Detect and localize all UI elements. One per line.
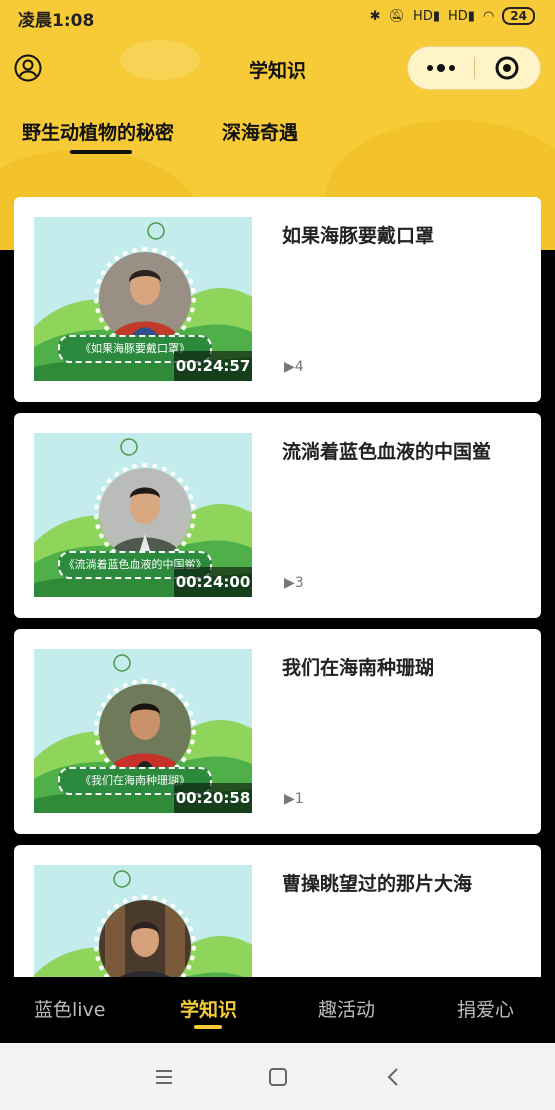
active-tab-indicator (70, 150, 132, 154)
video-thumbnail[interactable] (34, 865, 252, 995)
play-count: ▶1 (284, 791, 304, 807)
bottom-tabbar: 蓝色live 学知识 趣活动 捐爱心 (0, 977, 555, 1043)
back-icon[interactable] (382, 1065, 406, 1089)
video-card[interactable]: 《流淌着蓝色血液的中国鲎》 00:24:00 流淌着蓝色血液的中国鲎 ▶3 (14, 413, 541, 618)
mute-icon: 🔕︎ (388, 8, 406, 24)
play-icon: ▶ (284, 791, 295, 807)
tabbar-item-blue-live[interactable]: 蓝色live (34, 995, 106, 1022)
category-tabs: 野生动植物的秘密 深海奇遇 (0, 110, 555, 160)
signal-icon: HD▮ (413, 8, 440, 24)
speaker-portrait (94, 679, 196, 781)
video-duration: 00:24:57 (174, 351, 252, 381)
close-miniprogram-icon[interactable] (475, 47, 540, 89)
tabbar-item-donate[interactable]: 捐爱心 (457, 995, 514, 1022)
video-thumbnail[interactable]: 《流淌着蓝色血液的中国鲎》 00:24:00 (34, 433, 252, 597)
bluetooth-icon: ✱ (369, 8, 381, 24)
play-icon: ▶ (284, 575, 295, 591)
wifi-icon: ◠ (482, 8, 495, 24)
speaker-portrait (94, 247, 196, 349)
more-icon[interactable] (408, 47, 474, 89)
video-title: 我们在海南种珊瑚 (282, 657, 435, 679)
tabbar-item-learn[interactable]: 学知识 (180, 995, 237, 1022)
play-count: ▶4 (284, 359, 304, 375)
video-card[interactable]: 《如果海豚要戴口罩》 00:24:57 如果海豚要戴口罩 ▶4 (14, 197, 541, 402)
speaker-portrait (94, 463, 196, 565)
signal-icon: HD▮ (448, 8, 475, 24)
system-navigation-bar (0, 1043, 555, 1110)
home-icon[interactable] (266, 1065, 290, 1089)
tab-wildlife-secrets[interactable]: 野生动植物的秘密 (22, 118, 174, 145)
play-icon: ▶ (284, 359, 295, 375)
video-thumbnail[interactable]: 《我们在海南种珊瑚》 00:20:58 (34, 649, 252, 813)
video-thumbnail[interactable]: 《如果海豚要戴口罩》 00:24:57 (34, 217, 252, 381)
video-card[interactable]: 曹操眺望过的那片大海 (14, 845, 541, 995)
video-duration: 00:24:00 (174, 567, 252, 597)
video-duration: 00:20:58 (174, 783, 252, 813)
video-title: 曹操眺望过的那片大海 (282, 873, 473, 895)
status-icons: ✱ 🔕︎ HD▮ HD▮ ◠ 24 (370, 7, 535, 25)
navbar: 学知识 (0, 40, 555, 96)
menu-icon[interactable] (152, 1065, 176, 1089)
tab-deep-sea[interactable]: 深海奇遇 (222, 118, 298, 145)
active-tabbar-indicator (194, 1025, 222, 1029)
miniprogram-capsule (407, 46, 541, 90)
play-count: ▶3 (284, 575, 304, 591)
battery-icon: 24 (502, 7, 535, 25)
video-card[interactable]: 《我们在海南种珊瑚》 00:20:58 我们在海南种珊瑚 ▶1 (14, 629, 541, 834)
status-time: 凌晨1:08 (18, 11, 95, 31)
video-title: 如果海豚要戴口罩 (282, 225, 435, 247)
status-bar: 凌晨1:08 ✱ 🔕︎ HD▮ HD▮ ◠ 24 (0, 0, 555, 34)
video-title: 流淌着蓝色血液的中国鲎 (282, 441, 492, 463)
tabbar-item-activities[interactable]: 趣活动 (318, 995, 375, 1022)
